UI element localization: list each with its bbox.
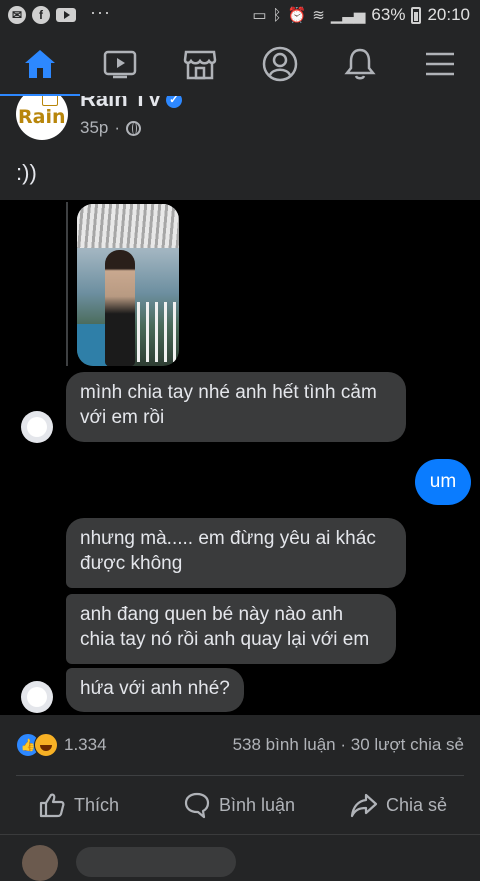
marketplace-icon bbox=[183, 50, 217, 80]
play-icon bbox=[42, 96, 58, 106]
reaction-count[interactable]: 1.334 bbox=[64, 735, 107, 755]
more-notifications: ··· bbox=[90, 1, 111, 22]
page-name-text: Rain TV bbox=[80, 96, 162, 111]
menu-icon bbox=[426, 52, 454, 76]
chat-bubble-received: hứa với anh nhé? bbox=[66, 668, 244, 712]
reply-quote-line bbox=[66, 202, 68, 366]
like-button[interactable]: Thích bbox=[38, 776, 119, 834]
comment-input[interactable] bbox=[76, 847, 236, 877]
alarm-icon: ⏰ bbox=[287, 7, 307, 24]
globe-icon bbox=[126, 120, 142, 136]
bluetooth-icon: ᛒ bbox=[272, 6, 282, 24]
chat-bubble-received: anh đang quen bé này nào anh chia tay nó… bbox=[66, 594, 396, 664]
nav-menu[interactable] bbox=[400, 32, 480, 96]
chat-avatar bbox=[21, 681, 53, 713]
signal-icon: ▁▃▅ bbox=[330, 7, 366, 24]
avatar-logo-text: Rain bbox=[18, 106, 66, 128]
chat-bubble-sent: um bbox=[415, 459, 471, 505]
messenger-icon: ✉ bbox=[8, 6, 26, 24]
post-meta: 35p · bbox=[80, 118, 142, 138]
nav-watch[interactable] bbox=[80, 32, 160, 96]
youtube-icon bbox=[56, 8, 76, 22]
chat-bubble-received: nhưng mà..... em đừng yêu ai khác được k… bbox=[66, 518, 406, 588]
nav-profile[interactable] bbox=[240, 32, 320, 96]
chat-avatar bbox=[21, 411, 53, 443]
page-name[interactable]: Rain TV ✓ bbox=[80, 96, 182, 112]
reactions-summary: 👍 1.334 538 bình luận · 30 lượt chia sẻ bbox=[0, 715, 480, 775]
post-image[interactable]: mình chia tay nhé anh hết tình cảm với e… bbox=[0, 200, 480, 715]
chat-bubble-received: mình chia tay nhé anh hết tình cảm với e… bbox=[66, 372, 406, 442]
post-header: Rain Rain TV ✓ 35p · :)) bbox=[0, 96, 480, 200]
user-avatar[interactable] bbox=[22, 845, 58, 881]
wifi-icon: ≋ bbox=[312, 7, 325, 24]
shared-photo bbox=[77, 204, 179, 366]
facebook-icon: f bbox=[32, 6, 50, 24]
comment-label: Bình luận bbox=[219, 794, 296, 815]
thumbs-up-icon bbox=[39, 793, 65, 818]
share-icon bbox=[350, 793, 378, 818]
nav-home[interactable] bbox=[0, 32, 80, 97]
like-label: Thích bbox=[74, 794, 120, 815]
comment-composer-peek bbox=[0, 834, 480, 881]
share-label: Chia sẻ bbox=[386, 794, 448, 815]
separator-dot: · bbox=[114, 118, 121, 137]
battery-icon bbox=[411, 6, 422, 24]
post-timestamp[interactable]: 35p bbox=[80, 118, 108, 138]
share-button[interactable]: Chia sẻ bbox=[350, 776, 447, 834]
notifications-icon bbox=[344, 48, 376, 80]
comments-shares-count[interactable]: 538 bình luận · 30 lượt chia sẻ bbox=[233, 735, 464, 755]
verified-badge-icon: ✓ bbox=[165, 96, 182, 109]
nav-notifications[interactable] bbox=[320, 32, 400, 96]
reaction-icons[interactable]: 👍 bbox=[16, 733, 60, 757]
cast-icon: ▭ bbox=[252, 7, 267, 24]
status-bar: ✉ f ··· ▭ ᛒ ⏰ ≋ ▁▃▅ 63% 20:10 bbox=[0, 0, 480, 32]
home-icon bbox=[25, 50, 55, 78]
top-navigation bbox=[0, 32, 480, 97]
post-actions: Thích Bình luận Chia sẻ bbox=[0, 776, 480, 834]
post-caption: :)) bbox=[16, 160, 37, 185]
profile-icon bbox=[262, 46, 298, 82]
watch-icon bbox=[103, 50, 137, 79]
page-avatar[interactable]: Rain bbox=[16, 96, 68, 140]
comment-icon bbox=[184, 792, 210, 819]
comment-button[interactable]: Bình luận bbox=[183, 776, 295, 834]
battery-percent: 63% bbox=[371, 5, 406, 24]
haha-reaction-icon bbox=[34, 733, 58, 757]
nav-marketplace[interactable] bbox=[160, 32, 240, 96]
clock: 20:10 bbox=[427, 5, 470, 24]
